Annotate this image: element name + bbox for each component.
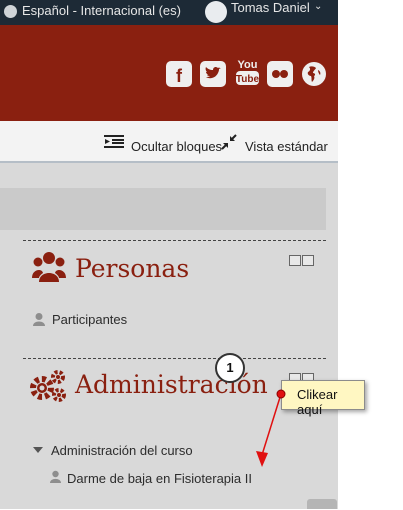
top-navbar: Español - Internacional (es) Tomas Danie… (0, 0, 338, 25)
twitter-icon[interactable] (200, 61, 226, 87)
moodle-page: Español - Internacional (es) Tomas Danie… (0, 0, 338, 509)
standard-view-link[interactable]: Vista estándar (245, 139, 328, 154)
compress-icon[interactable] (221, 134, 237, 150)
scroll-tab[interactable] (307, 499, 337, 509)
user-icon (33, 313, 45, 326)
block-title: Personas (75, 254, 190, 283)
block-dock-icon[interactable] (302, 255, 314, 266)
users-icon (32, 252, 66, 282)
globe-icon (4, 5, 17, 18)
hide-blocks-icon[interactable] (104, 135, 124, 148)
chevron-down-icon[interactable]: ⌄ (314, 1, 322, 12)
facebook-icon[interactable]: f (166, 61, 192, 87)
user-icon (50, 470, 61, 483)
youtube-icon[interactable]: You Tube (235, 57, 260, 87)
content-area (0, 188, 326, 230)
course-administration-node[interactable]: Administración del curso (51, 443, 193, 458)
triangle-down-icon[interactable] (33, 447, 43, 453)
participants-link[interactable]: Participantes (52, 312, 127, 327)
unenrol-link[interactable]: Darme de baja en Fisioterapia II (67, 471, 252, 486)
user-menu[interactable]: Tomas Daniel (231, 0, 310, 15)
block-hide-icon[interactable] (289, 255, 301, 266)
gears-icon (30, 370, 66, 402)
youtube-bottom-text: Tube (236, 74, 260, 85)
hide-blocks-link[interactable]: Ocultar bloques (131, 139, 222, 154)
language-menu[interactable]: Español - Internacional (es) (22, 3, 181, 18)
annotation-note: Clikear aquí (281, 380, 365, 417)
globe-icon[interactable] (301, 61, 327, 87)
block-personas: Personas Participantes (23, 240, 326, 359)
avatar[interactable] (205, 1, 227, 23)
site-header: f You Tube (0, 25, 338, 121)
annotation-note-text: Clikear aquí (297, 387, 338, 417)
step-number-badge: 1 (215, 353, 245, 383)
youtube-top-text: You (238, 59, 258, 71)
flickr-icon[interactable] (267, 61, 293, 87)
block-toolbar: Ocultar bloques Vista estándar (0, 121, 338, 163)
